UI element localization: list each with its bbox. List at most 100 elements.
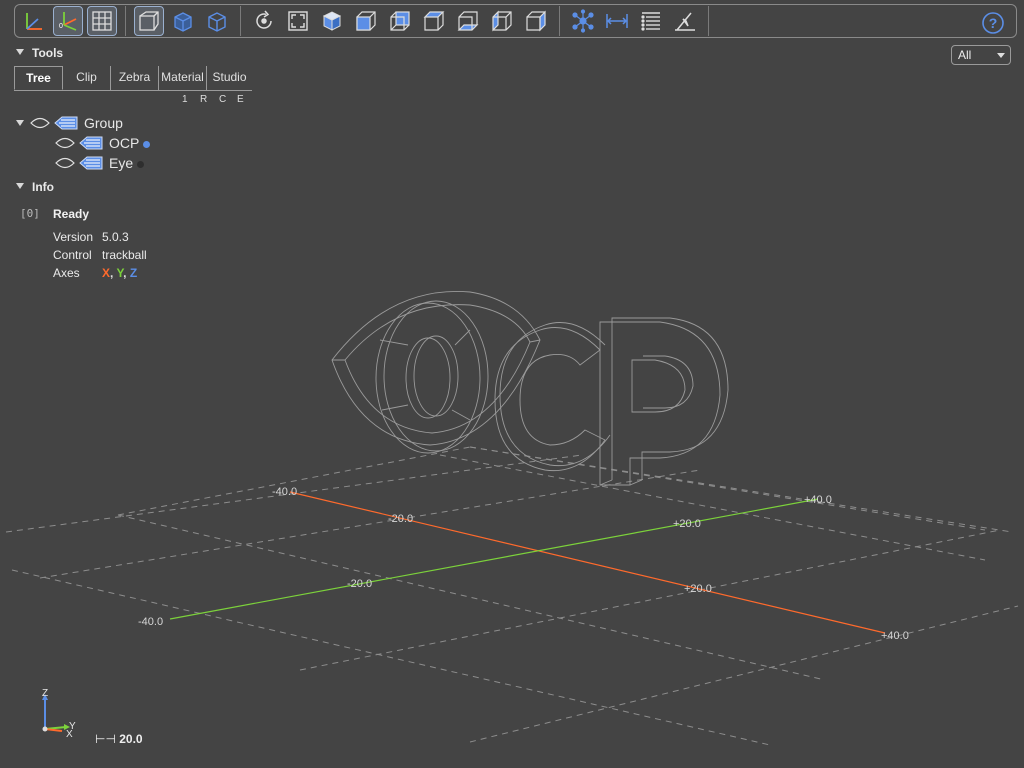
top-cube-icon [423, 11, 445, 31]
front-cube-icon [356, 11, 376, 31]
view-select-value: All [958, 48, 972, 62]
axes-toggle-button[interactable] [19, 6, 49, 36]
axis-z-label: Z [129, 266, 138, 280]
tools-section-header[interactable]: Tools [16, 46, 63, 60]
black-edges-button[interactable] [202, 6, 232, 36]
right-cube-icon [526, 10, 546, 32]
y-label-pos40: +40.0 [804, 494, 832, 506]
properties-list-icon [641, 12, 660, 31]
front-view-button[interactable] [351, 6, 381, 36]
angle-icon [675, 12, 695, 31]
axes-icon [26, 13, 42, 30]
eye-icon[interactable] [55, 157, 75, 169]
x-label-pos20: +20.0 [684, 583, 712, 595]
iso-view-button[interactable] [317, 6, 347, 36]
grid-toggle-button[interactable] [87, 6, 117, 36]
transparent-button[interactable] [168, 6, 198, 36]
reset-view-button[interactable] [249, 6, 279, 36]
tools-tabs: Tree Clip Zebra Material Studio [14, 66, 252, 91]
info-key: Control [53, 248, 92, 262]
help-button[interactable]: ? [978, 8, 1008, 38]
expand-root-button[interactable]: R [200, 94, 207, 105]
info-index: [0] [20, 207, 40, 220]
gizmo-z-label: Z [42, 688, 48, 699]
color-dot [137, 160, 145, 168]
toolbar-separator [240, 6, 241, 36]
svg-text:?: ? [989, 15, 998, 31]
scale-value: 20.0 [119, 732, 143, 746]
y-label-neg40: -40.0 [138, 616, 163, 628]
fit-view-button[interactable] [283, 6, 313, 36]
bottom-cube-icon [457, 11, 479, 31]
eye-icon[interactable] [30, 117, 50, 129]
tab-clip[interactable]: Clip [63, 66, 110, 90]
perspective-button[interactable] [134, 6, 164, 36]
distance-measure-button[interactable] [602, 6, 632, 36]
shape-icon[interactable] [79, 136, 103, 150]
tab-tree[interactable]: Tree [14, 66, 63, 90]
ground-grid [5, 446, 1019, 746]
info-key: Version [53, 230, 94, 244]
iso-cube-icon [322, 11, 342, 31]
tree-node-label: Eye [109, 155, 134, 171]
properties-button[interactable] [636, 6, 666, 36]
expand-level-1-button[interactable]: 1 [182, 94, 188, 105]
top-view-button[interactable] [419, 6, 449, 36]
tab-studio[interactable]: Studio [206, 66, 252, 90]
explode-icon [572, 9, 594, 33]
expand-all-button[interactable]: E [237, 94, 244, 105]
right-view-button[interactable] [521, 6, 551, 36]
expand-triangle-icon[interactable] [16, 120, 24, 126]
eye-icon[interactable] [55, 137, 75, 149]
viewport-3d[interactable]: -40.0 -20.0 +20.0 +40.0 -40.0 -20.0 +20.… [0, 0, 1024, 768]
tab-zebra[interactable]: Zebra [110, 66, 158, 90]
axes-origin-icon: 0 [59, 12, 77, 31]
rear-view-button[interactable] [385, 6, 415, 36]
svg-text:0: 0 [59, 23, 63, 30]
scale-bar-icon: ⊢⊣ [95, 732, 116, 746]
x-label-neg20: -20.0 [388, 513, 413, 525]
tab-material[interactable]: Material [158, 66, 206, 90]
toolbar: 0 ? [14, 4, 1017, 38]
toolbar-separator [559, 6, 560, 36]
tree-node-group[interactable]: Group [16, 114, 123, 132]
x-label-pos40: +40.0 [881, 630, 909, 642]
gizmo-x-label: X [66, 729, 73, 740]
info-axes-row: Axes X, Y, Z [53, 266, 137, 280]
toolbar-separator [708, 6, 709, 36]
tree-node-label: OCP [109, 135, 140, 151]
bottom-view-button[interactable] [453, 6, 483, 36]
fit-icon [288, 11, 308, 31]
info-version-row: Version 5.0.3 [53, 230, 129, 244]
shape-icon[interactable] [79, 156, 103, 170]
explode-button[interactable] [568, 6, 598, 36]
grid-icon [92, 11, 112, 31]
info-section-header[interactable]: Info [16, 180, 54, 194]
angle-measure-button[interactable] [670, 6, 700, 36]
collapse-triangle-icon [16, 183, 24, 189]
perspective-icon [139, 11, 159, 31]
left-view-button[interactable] [487, 6, 517, 36]
help-icon: ? [982, 12, 1004, 34]
toolbar-separator [125, 6, 126, 36]
shape-icon[interactable] [54, 116, 78, 130]
y-label-neg20: -20.0 [347, 578, 372, 590]
view-select[interactable]: All [951, 45, 1011, 65]
info-control-row: Control trackball [53, 248, 147, 262]
rear-cube-icon [390, 11, 410, 31]
collapse-all-button[interactable]: C [219, 94, 226, 105]
collapse-triangle-icon [16, 49, 24, 55]
edges-cube-icon [208, 12, 226, 32]
info-value: X, Y, Z [102, 266, 138, 280]
info-key: Axes [53, 266, 80, 280]
tree-node-label: Group [84, 115, 123, 131]
info-value: trackball [102, 248, 147, 262]
tree-node-eye[interactable]: Eye [55, 154, 145, 172]
axes-origin-button[interactable]: 0 [53, 6, 83, 36]
reset-icon [256, 10, 272, 29]
left-cube-icon [492, 10, 512, 32]
y-label-pos20: +20.0 [673, 518, 701, 530]
info-value: 5.0.3 [102, 230, 129, 244]
chevron-down-icon [997, 53, 1005, 58]
tree-node-ocp[interactable]: OCP [55, 134, 151, 152]
